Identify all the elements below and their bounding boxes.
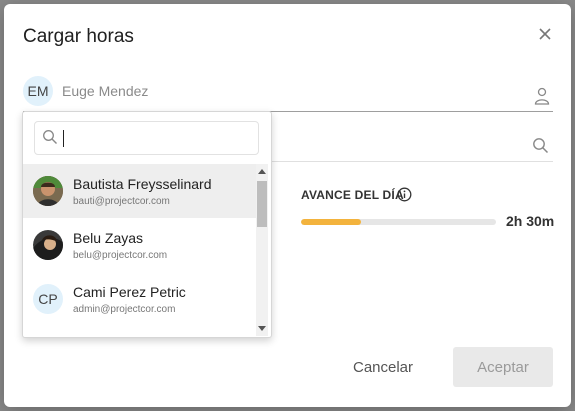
scrollbar[interactable] xyxy=(256,164,268,336)
text-caret xyxy=(63,130,64,147)
close-icon[interactable] xyxy=(537,26,553,42)
progress-value: 2h 30m xyxy=(506,213,555,229)
accept-button[interactable]: Aceptar xyxy=(453,347,553,387)
scroll-down-arrow-icon[interactable] xyxy=(258,326,266,331)
user-email: bauti@projectcor.com xyxy=(73,196,170,207)
avatar: CP xyxy=(33,284,63,314)
list-item[interactable]: Belu Zayas belu@projectcor.com xyxy=(23,218,256,272)
avatar: EM xyxy=(23,76,53,106)
dropdown-search-input[interactable] xyxy=(67,127,256,151)
scrollbar-thumb[interactable] xyxy=(257,181,267,227)
user-dropdown: Bautista Freysselinard bauti@projectcor.… xyxy=(22,111,272,338)
user-name: Belu Zayas xyxy=(73,230,144,246)
dropdown-search xyxy=(34,121,259,155)
user-name: Bautista Freysselinard xyxy=(73,176,212,192)
search-icon xyxy=(533,138,549,154)
dialog-title: Cargar horas xyxy=(23,26,134,47)
avatar xyxy=(33,176,63,206)
search-icon xyxy=(43,130,57,144)
user-name: Cami Perez Petric xyxy=(73,284,186,300)
user-select-field[interactable]: EM Euge Mendez xyxy=(23,75,553,112)
list-item[interactable]: Bautista Freysselinard bauti@projectcor.… xyxy=(23,164,256,218)
info-icon[interactable] xyxy=(397,187,412,202)
selected-user-name: Euge Mendez xyxy=(62,83,149,99)
progress-title: AVANCE DEL DÍA xyxy=(301,188,404,202)
person-icon xyxy=(534,87,550,105)
progress-fill xyxy=(301,219,362,225)
user-list: Bautista Freysselinard bauti@projectcor.… xyxy=(23,164,256,336)
avatar xyxy=(33,230,63,260)
scroll-up-arrow-icon[interactable] xyxy=(258,169,266,174)
cancel-button[interactable]: Cancelar xyxy=(337,348,429,386)
progress-bar xyxy=(301,219,496,225)
user-email: belu@projectcor.com xyxy=(73,250,168,261)
list-item[interactable]: CP Cami Perez Petric admin@projectcor.co… xyxy=(23,272,256,326)
user-email: admin@projectcor.com xyxy=(73,304,176,315)
